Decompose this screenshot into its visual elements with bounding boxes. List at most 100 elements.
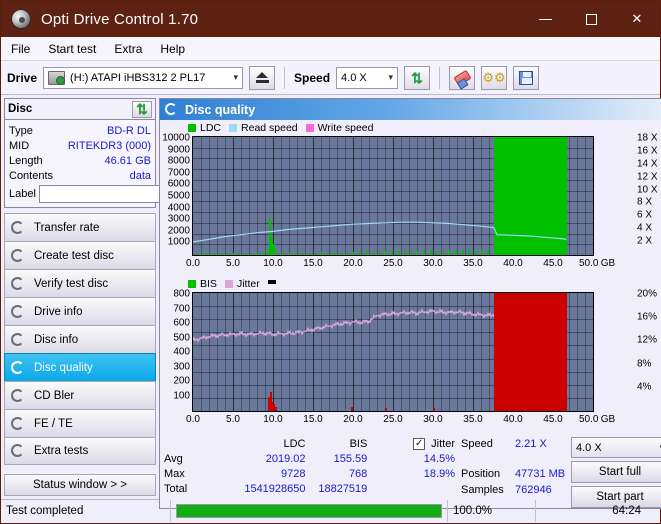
menu-item-file[interactable]: File (11, 42, 30, 56)
disc-refresh-button[interactable]: ⇅ (132, 101, 152, 118)
jitter-toggle[interactable]: ✓ Jitter (367, 438, 455, 450)
disc-row-contents: Contents data (9, 168, 151, 183)
chart-bar (275, 407, 277, 411)
speed-readout-label: Speed (461, 438, 515, 450)
table-row: Avg 2019.02 155.59 14.5% (164, 451, 455, 466)
disc-icon (11, 444, 26, 458)
test-controls: 4.0 X ▾ Start full Start part (571, 436, 661, 508)
y-tick-label: 800 (173, 289, 190, 300)
menu-item-help[interactable]: Help (160, 42, 185, 56)
disc-panel-header: Disc ⇅ (5, 99, 155, 120)
y-tick-label: 10000 (162, 133, 190, 144)
legend-swatch-write-speed (306, 124, 314, 132)
eject-button[interactable] (249, 66, 275, 90)
disc-panel: Disc ⇅ Type BD-R DL MID RITEKDR3 (000) (4, 98, 156, 208)
row-label-total: Total (164, 483, 216, 495)
row-label-max: Max (164, 468, 216, 480)
progress-bar-fill (177, 505, 441, 517)
disc-row-mid: MID RITEKDR3 (000) (9, 138, 151, 153)
y2-tick-label: 12 X (637, 171, 658, 182)
y2-tick-label: 4 X (637, 223, 652, 234)
y-tick-label: 5000 (168, 191, 190, 202)
samples-value: 762946 (515, 484, 552, 496)
sidebar: Disc ⇅ Type BD-R DL MID RITEKDR3 (000) (1, 95, 159, 499)
disc-quality-header: Disc quality (160, 99, 661, 120)
table-header-row: LDC BIS ✓ Jitter (164, 436, 455, 451)
test-speed-select[interactable]: 4.0 X ▾ (571, 437, 661, 458)
erase-button[interactable] (449, 66, 475, 90)
drive-toolbar: Drive (H:) ATAPI iHBS312 2 PL17 ▾ Speed … (1, 61, 660, 95)
chevron-down-icon: ▾ (651, 442, 661, 453)
legend-swatch-ldc (188, 124, 196, 132)
menu-item-extra[interactable]: Extra (114, 42, 142, 56)
status-window-button[interactable]: Status window > > (4, 474, 156, 496)
chart-bar (351, 407, 353, 411)
drive-select-value: (H:) ATAPI iHBS312 2 PL17 (70, 72, 205, 84)
x-axis-unit: GB (601, 258, 615, 269)
sidebar-item-cd-bler[interactable]: CD Bler (4, 381, 156, 409)
sidebar-spacer (4, 465, 156, 474)
x-tick-label: 45.0 (543, 414, 562, 425)
y2-tick-label: 10 X (637, 184, 658, 195)
sidebar-item-fe-te[interactable]: FE / TE (4, 409, 156, 437)
y-tick-label: 700 (173, 303, 190, 314)
x-tick-label: 10.0 (263, 258, 282, 269)
max-ldc-value: 9728 (216, 468, 306, 480)
chevron-down-icon: ▾ (381, 72, 394, 83)
readout-speed: Speed 2.21 X (461, 436, 571, 452)
y-tick-label: 600 (173, 318, 190, 329)
close-icon[interactable]: ✕ (614, 1, 660, 37)
x-tick-label: 40.0 (503, 258, 522, 269)
disc-mid-value: RITEKDR3 (000) (68, 140, 151, 152)
disc-icon (11, 333, 26, 347)
app-disc-icon (11, 9, 31, 29)
refresh-button[interactable]: ⇅ (404, 66, 430, 90)
menu-item-start-test[interactable]: Start test (48, 42, 96, 56)
settings-button[interactable]: ⚙⚙ (481, 66, 507, 90)
sidebar-item-disc-info[interactable]: Disc info (4, 325, 156, 353)
y2-tick-label: 8% (637, 358, 651, 369)
y-tick-label: 500 (173, 332, 190, 343)
speed-select[interactable]: 4.0 X ▾ (336, 67, 398, 89)
disc-quality-panel: Disc quality LDC Read speed Write speed … (159, 98, 661, 509)
avg-bis-value: 155.59 (306, 453, 368, 465)
window-controls: ✕ (522, 1, 660, 37)
legend-swatch-jitter (225, 280, 233, 288)
x-tick-label: 25.0 (383, 258, 402, 269)
elapsed-time: 64:24 (536, 500, 646, 522)
minimize-button[interactable] (522, 1, 568, 37)
disc-contents-label: Contents (9, 170, 67, 182)
drive-select[interactable]: (H:) ATAPI iHBS312 2 PL17 ▾ (43, 67, 243, 89)
statistics-area: LDC BIS ✓ Jitter Avg 2019.02 (160, 432, 661, 508)
disc-icon (11, 417, 26, 431)
progress-bar (176, 504, 442, 518)
sidebar-nav: Transfer rate Create test disc Verify te… (4, 213, 156, 465)
sidebar-item-label: Transfer rate (34, 222, 99, 234)
y2-tick-label: 4% (637, 381, 651, 392)
top-chart-y-axis: 1000090008000700060005000400030002000100… (160, 134, 192, 254)
y-tick-label: 100 (173, 390, 190, 401)
jitter-checkbox[interactable]: ✓ (413, 438, 425, 450)
gears-icon: ⚙⚙ (482, 71, 505, 84)
disc-type-value: BD-R DL (107, 125, 151, 137)
y2-tick-label: 16% (637, 312, 657, 323)
sidebar-item-drive-info[interactable]: Drive info (4, 297, 156, 325)
sidebar-item-disc-quality[interactable]: Disc quality (4, 353, 156, 381)
sidebar-item-create-test-disc[interactable]: Create test disc (4, 241, 156, 269)
maximize-button[interactable] (568, 1, 614, 37)
bottom-chart-y-axis: 800700600500400300200100 (160, 290, 192, 410)
drive-icon (48, 71, 65, 85)
sidebar-item-transfer-rate[interactable]: Transfer rate (4, 213, 156, 241)
sidebar-item-extra-tests[interactable]: Extra tests (4, 437, 156, 465)
save-button[interactable] (513, 66, 539, 90)
resize-grip[interactable] (646, 500, 660, 522)
table-row: Total 1541928650 18827519 (164, 481, 455, 496)
y2-tick-label: 14 X (637, 158, 658, 169)
legend-label-jitter: Jitter (237, 278, 260, 290)
x-axis-unit: GB (601, 414, 615, 425)
sidebar-item-verify-test-disc[interactable]: Verify test disc (4, 269, 156, 297)
sidebar-item-label: Create test disc (34, 250, 114, 262)
disc-icon (11, 389, 26, 403)
start-full-button[interactable]: Start full (571, 461, 661, 483)
y-tick-label: 300 (173, 361, 190, 372)
